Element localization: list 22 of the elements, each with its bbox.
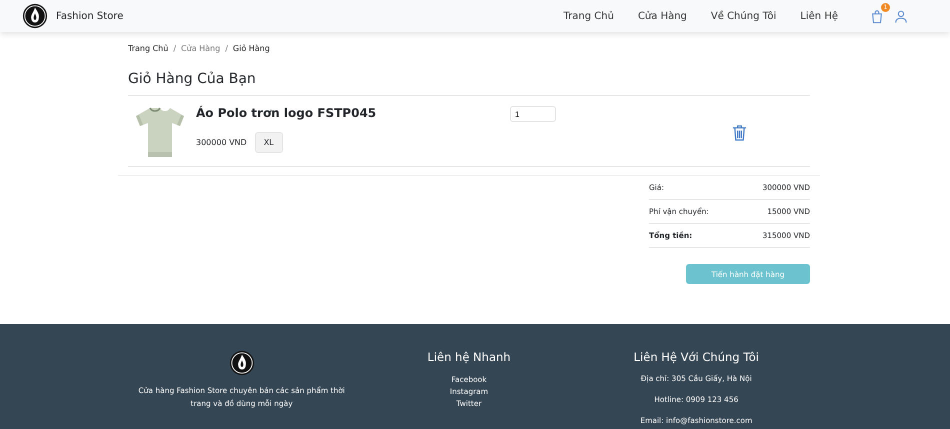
breadcrumb-separator: / bbox=[225, 44, 228, 53]
product-price: 300000 VND bbox=[196, 138, 247, 147]
quantity-field[interactable]: 1 bbox=[510, 106, 556, 122]
user-icon[interactable] bbox=[894, 8, 908, 24]
footer-heading: Liên hệ Nhanh bbox=[427, 350, 511, 364]
flame-logo-icon bbox=[228, 350, 255, 376]
nav-link[interactable]: Cửa Hàng bbox=[628, 10, 697, 22]
breadcrumb-link[interactable]: Cửa Hàng bbox=[181, 44, 220, 53]
product-name: Áo Polo trơn logo FSTP045 bbox=[196, 106, 378, 120]
breadcrumb-link[interactable]: Trang Chủ bbox=[128, 44, 168, 53]
nav-link[interactable]: Trang Chủ bbox=[554, 10, 624, 22]
flame-logo-icon[interactable] bbox=[22, 3, 48, 29]
size-tag: XL bbox=[254, 132, 283, 153]
breadcrumb-current-page: Giỏ Hàng bbox=[232, 44, 270, 53]
breadcrumb-separator: / bbox=[173, 44, 176, 53]
trash-icon[interactable] bbox=[732, 124, 747, 140]
brand-name[interactable]: Fashion Store bbox=[56, 10, 124, 22]
page-title: Giỏ Hàng Của Bạn bbox=[128, 71, 257, 87]
nav-link[interactable]: Về Chúng Tôi bbox=[700, 10, 786, 22]
shopping-bag-icon[interactable] bbox=[870, 8, 884, 24]
nav-link[interactable]: Liên Hệ bbox=[790, 10, 848, 22]
footer-heading: Liên Hệ Với Chúng Tôi bbox=[634, 350, 759, 364]
